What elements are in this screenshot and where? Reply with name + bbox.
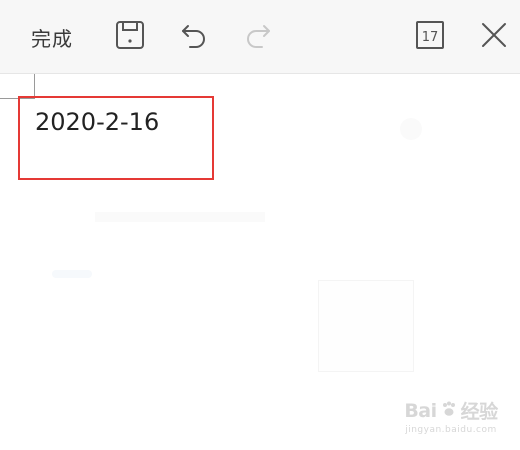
redo-button[interactable] — [236, 0, 280, 74]
faint-box — [318, 280, 414, 372]
date-text[interactable]: 2020-2-16 — [35, 108, 159, 136]
baidu-logo: Bai 经验 — [404, 397, 499, 424]
watermark-sub-text: jingyan.baidu.com — [405, 425, 497, 435]
save-icon — [115, 20, 145, 54]
close-icon — [479, 20, 509, 54]
faint-circle — [400, 118, 422, 140]
redo-icon — [243, 20, 273, 54]
baidu-watermark: Bai 经验 jingyan.baidu.com — [396, 394, 506, 438]
done-button[interactable]: 完成 — [20, 0, 84, 74]
crop-corner-vertical — [34, 74, 35, 98]
watermark-logo-text: Bai — [404, 399, 437, 422]
faint-text-line — [95, 212, 265, 222]
save-button[interactable] — [108, 0, 152, 74]
close-button[interactable] — [470, 0, 518, 74]
undo-button[interactable] — [172, 0, 216, 74]
calendar-day-text: 17 — [422, 30, 439, 45]
calendar-button[interactable]: 17 — [406, 0, 454, 74]
editor-toolbar: 完成 17 — [0, 0, 520, 74]
watermark-logo-text-2: 经验 — [460, 401, 499, 423]
undo-icon — [179, 20, 209, 54]
faint-mark — [52, 270, 92, 278]
paw-icon — [441, 401, 457, 421]
calendar-icon: 17 — [415, 20, 445, 54]
